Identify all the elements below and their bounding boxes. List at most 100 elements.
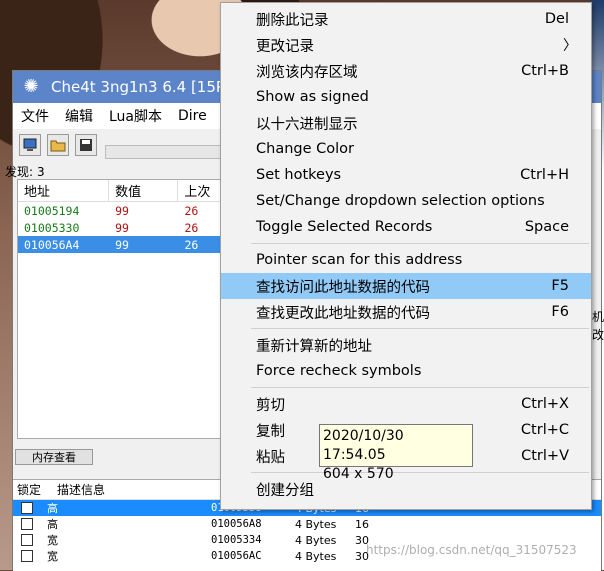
cheat-row[interactable]: 高 010056A8 4 Bytes 16 [13, 516, 601, 532]
entry-type: 4 Bytes [295, 533, 337, 547]
menu-item-label: Pointer scan for this address [256, 252, 463, 268]
address-row-selected[interactable]: 010056A4 99 26 [18, 236, 226, 253]
entry-address: 010056AC [211, 550, 262, 562]
menu-item-find-access-code[interactable]: 查找访问此地址数据的代码 F5 [221, 273, 591, 299]
menu-item-label: Change Color [256, 141, 354, 157]
entry-description: 高 [47, 518, 58, 531]
watermark: https://blog.csdn.net/qq_31507523 [366, 543, 577, 557]
address-row[interactable]: 01005330 99 26 [18, 219, 226, 236]
header-previous[interactable]: 上次 [178, 180, 226, 201]
entry-address: 01005334 [211, 534, 262, 546]
entry-description: 高 [47, 502, 58, 515]
menu-separator [251, 328, 589, 329]
lock-checkbox[interactable] [21, 518, 33, 530]
address-list-header: 地址 数值 上次 [18, 180, 226, 202]
menu-item-find-write-code[interactable]: 查找更改此地址数据的代码 F6 [221, 299, 591, 325]
menu-direct[interactable]: Dire [170, 108, 215, 124]
menu-item-label: 重新计算新的地址 [256, 338, 372, 355]
menu-item-label: 剪切 [256, 397, 285, 414]
computer-icon [23, 138, 37, 151]
menu-item-label: Toggle Selected Records [256, 219, 433, 235]
menu-item-cut[interactable]: 剪切 Ctrl+X [221, 391, 591, 417]
menu-item-label: Set hotkeys [256, 167, 342, 183]
menu-item-pointer-scan[interactable]: Pointer scan for this address [221, 247, 591, 273]
menu-separator [251, 243, 589, 244]
menu-item-change-record[interactable]: 更改记录 〉 [221, 32, 591, 58]
row-address: 01005330 [24, 220, 80, 235]
background-text-line: 机 [592, 310, 604, 324]
found-value: 3 [37, 165, 45, 179]
menu-item-set-hotkeys[interactable]: Set hotkeys Ctrl+H [221, 162, 591, 188]
menu-item-shortcut: Ctrl+X [521, 396, 569, 412]
menu-edit[interactable]: 编辑 [57, 106, 101, 126]
entry-value: 16 [355, 517, 369, 531]
menu-file[interactable]: 文件 [13, 106, 57, 126]
menu-item-recalculate-address[interactable]: 重新计算新的地址 [221, 332, 591, 358]
row-previous: 26 [184, 220, 199, 235]
header-description[interactable]: 描述信息 [53, 481, 213, 498]
header-lock[interactable]: 锁定 [13, 481, 53, 498]
lock-checkbox[interactable] [21, 534, 33, 546]
entry-type: 4 Bytes [295, 549, 337, 563]
background-window-text: 机 改 [592, 308, 604, 344]
lock-checkbox[interactable] [21, 550, 33, 562]
row-address: 01005194 [24, 203, 80, 218]
row-previous: 26 [184, 203, 199, 218]
save-file-button[interactable] [75, 134, 97, 156]
menu-item-show-signed[interactable]: Show as signed [221, 84, 591, 110]
memory-view-button[interactable]: 内存查看 [15, 449, 93, 465]
menu-item-label: 查找访问此地址数据的代码 [256, 279, 430, 296]
header-address[interactable]: 地址 [18, 180, 110, 201]
menu-item-label: 复制 [256, 423, 285, 440]
entry-type: 4 Bytes [295, 517, 337, 531]
menu-item-label: Set/Change dropdown selection options [256, 193, 545, 209]
menu-item-shortcut: Ctrl+B [521, 63, 569, 79]
menu-item-label: 以十六进制显示 [256, 116, 358, 133]
menu-item-shortcut: F5 [551, 278, 569, 294]
menu-item-toggle-selected[interactable]: Toggle Selected Records Space [221, 214, 591, 240]
process-select-button[interactable] [19, 134, 41, 156]
menu-item-shortcut: Space [524, 219, 569, 235]
menu-item-shortcut: Ctrl+C [520, 422, 569, 438]
menu-item-browse-memory[interactable]: 浏览该内存区域 Ctrl+B [221, 58, 591, 84]
menu-item-dropdown-options[interactable]: Set/Change dropdown selection options [221, 188, 591, 214]
entry-description: 宽 [47, 534, 58, 547]
entry-description: 宽 [47, 550, 58, 563]
found-count: 发现: 3 [1, 163, 45, 180]
menu-item-shortcut: Ctrl+V [521, 448, 569, 464]
lock-checkbox[interactable] [21, 502, 33, 514]
row-value: 99 [115, 220, 129, 235]
menu-item-label: 更改记录 [256, 38, 314, 55]
menu-item-change-color[interactable]: Change Color [221, 136, 591, 162]
tooltip-timestamp: 2020/10/30 17:54.05 [323, 428, 404, 463]
row-value: 99 [115, 237, 129, 252]
header-value[interactable]: 数值 [109, 180, 179, 201]
background-text-line: 改 [592, 328, 604, 342]
menu-item-label: Force recheck symbols [256, 363, 422, 379]
menu-item-label: 删除此记录 [256, 12, 329, 29]
tooltip-dimensions: 604 x 570 [323, 466, 394, 482]
found-label: 发现: [5, 165, 34, 179]
window-title: Che4t 3ng1n3 6.4 [15PB [51, 78, 236, 96]
menu-item-recheck-symbols[interactable]: Force recheck symbols [221, 358, 591, 384]
found-address-list[interactable]: 地址 数值 上次 01005194 99 26 01005330 99 26 0… [17, 179, 227, 439]
menu-separator [251, 387, 589, 388]
menu-item-shortcut: F6 [551, 304, 569, 320]
menu-item-label: 浏览该内存区域 [256, 64, 358, 81]
screenshot-tooltip: 2020/10/30 17:54.05 604 x 570 [319, 424, 473, 482]
save-icon [80, 139, 92, 151]
menu-item-shortcut: Ctrl+H [520, 167, 569, 183]
menu-lua-script[interactable]: Lua脚本 [101, 106, 170, 126]
open-file-button[interactable] [47, 134, 69, 156]
submenu-arrow-icon: 〉 [563, 38, 577, 54]
row-value: 99 [115, 203, 129, 218]
row-previous: 26 [184, 237, 199, 252]
entry-address: 010056A8 [211, 518, 262, 530]
address-row[interactable]: 01005194 99 26 [18, 202, 226, 219]
menu-item-delete-record[interactable]: 删除此记录 Del [221, 6, 591, 32]
menu-item-label: 查找更改此地址数据的代码 [256, 305, 430, 322]
menu-item-label: 粘贴 [256, 449, 285, 466]
menu-item-show-hex[interactable]: 以十六进制显示 [221, 110, 591, 136]
cheat-engine-icon: ✺ [23, 76, 39, 97]
folder-open-icon [50, 140, 66, 152]
